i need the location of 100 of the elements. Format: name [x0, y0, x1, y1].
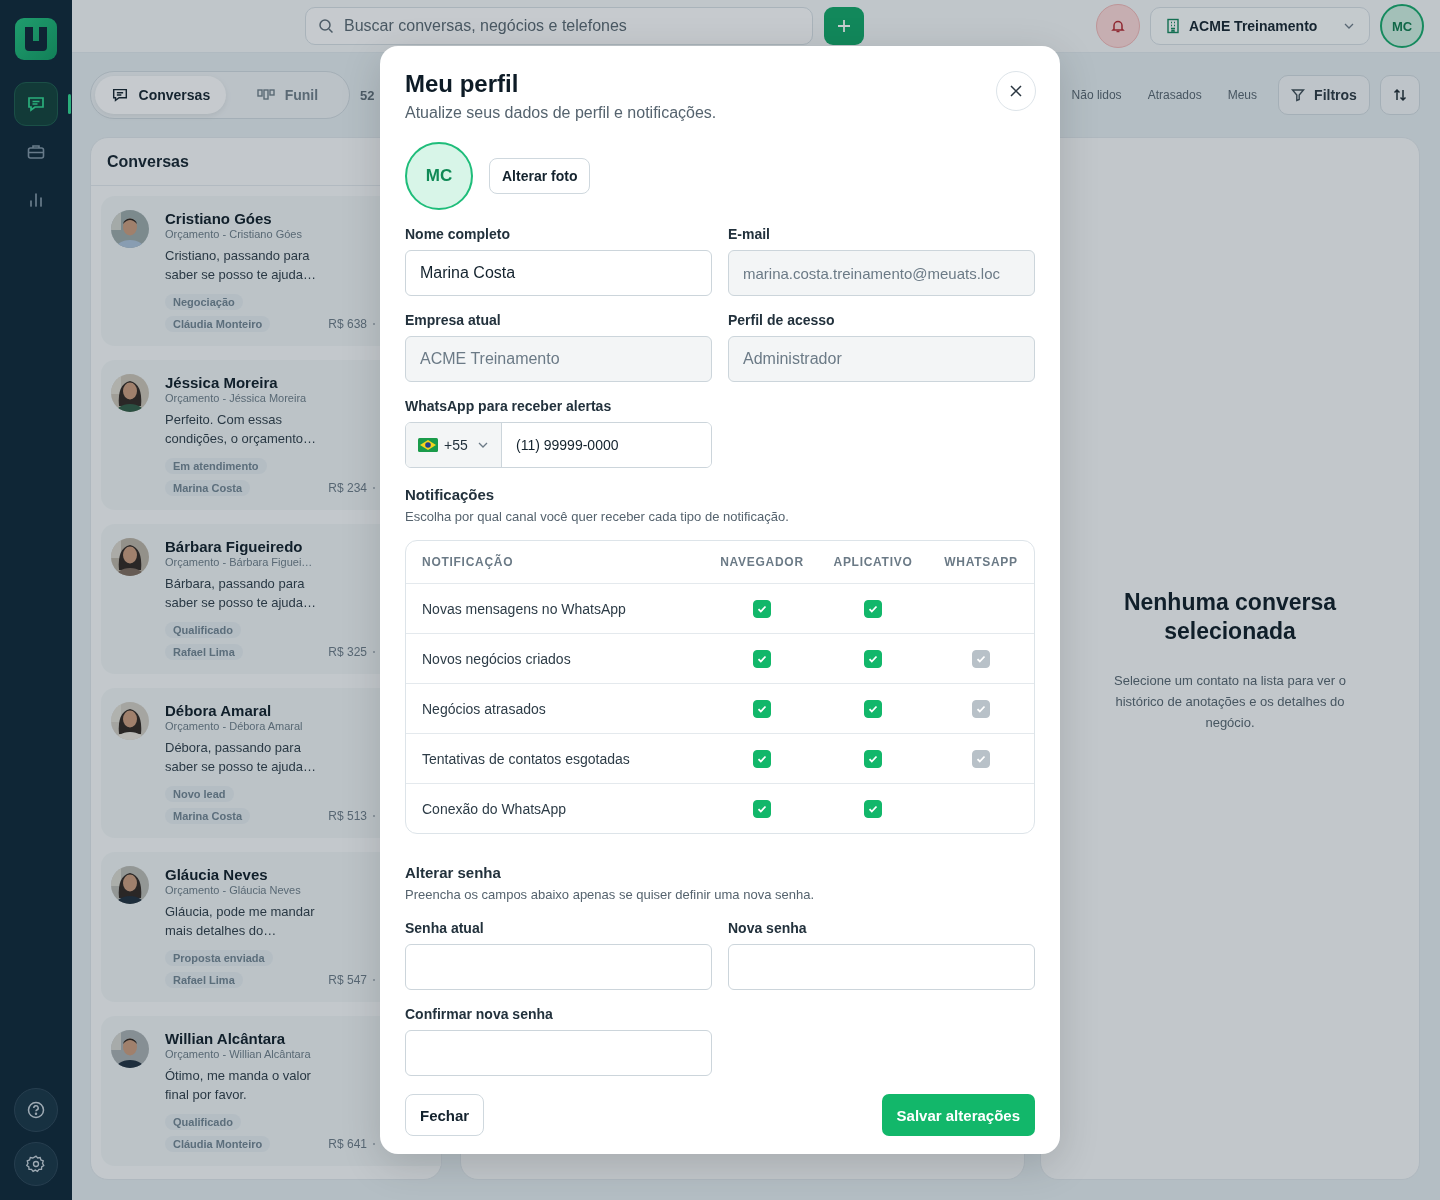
field-label: Empresa atual [405, 312, 502, 328]
column-header: NOTIFICAÇÃO [422, 555, 515, 569]
chat-icon [26, 94, 46, 114]
section-description: Escolha por qual canal você quer receber cada tipo de notificação. [405, 509, 790, 524]
close-button[interactable] [996, 71, 1036, 111]
checkbox[interactable] [753, 749, 771, 768]
owner-tag: Cláudia Monteiro [165, 316, 271, 332]
checkbox[interactable] [753, 699, 771, 718]
deal-value: R$ 638 [328, 317, 367, 331]
sort-button[interactable] [1380, 75, 1420, 115]
plus-icon [836, 18, 852, 34]
notification-label: Conexão do WhatsApp [422, 800, 567, 817]
checkbox[interactable] [864, 749, 882, 768]
empty-state-text: Selecione um contato na lista para ver o histórico de anotações e os detalhes do negócio. [1113, 672, 1347, 732]
search-input[interactable]: Buscar conversas, negócios e telefones [342, 16, 800, 36]
checkbox[interactable] [753, 799, 771, 818]
contact-name: Cristiano Góes [165, 210, 272, 227]
notifications-button[interactable] [1096, 4, 1140, 48]
message-preview: Cristiano, passando para saber se posso te ajuda… [165, 247, 318, 284]
column-header: APLICATIVO [832, 555, 914, 569]
help-icon [27, 1101, 45, 1119]
stage-tag: Proposta enviada [165, 950, 273, 966]
contact-name: Débora Amaral [165, 702, 272, 719]
contact-name: Bárbara Figueiredo [165, 538, 303, 555]
dialog-subtitle: Atualize seus dados de perfil e notificações. [405, 104, 717, 122]
briefcase-icon [26, 142, 46, 162]
brazil-flag-icon [418, 438, 438, 452]
user-avatar[interactable]: MC [1380, 4, 1424, 48]
add-button[interactable] [824, 7, 864, 45]
notification-label: Tentativas de contatos esgotadas [422, 750, 631, 767]
columns-icon [256, 88, 275, 102]
checkbox[interactable] [864, 799, 882, 818]
stage-tag: Qualificado [165, 622, 241, 638]
column-header: NAVEGADOR [719, 555, 805, 569]
active-indicator [68, 94, 71, 114]
building-icon [1165, 18, 1181, 34]
section-description: Preencha os campos abaixo apenas se quiser definir uma nova senha. [405, 887, 816, 902]
deal-value: R$ 641 [328, 1137, 367, 1151]
notification-label: Negócios atrasados [422, 700, 547, 717]
field-label: E-mail [728, 226, 771, 242]
deal-value: R$ 325 [328, 645, 367, 659]
phone-field[interactable]: +55 (11) 99999-0000 [405, 422, 712, 468]
notification-label: Novas mensagens no WhatsApp [422, 600, 627, 617]
password-field[interactable] [405, 944, 712, 990]
sort-icon [1393, 88, 1407, 102]
filter-icon [1291, 88, 1306, 102]
filter-tab[interactable]: Atrasados [1134, 80, 1215, 110]
deal-title: Orçamento - Cristiano Góes [165, 228, 302, 240]
bell-icon [1111, 19, 1125, 33]
profile-avatar: MC [405, 142, 473, 210]
close-dialog-button[interactable]: Fechar [405, 1094, 485, 1136]
deal-title: Orçamento - Willian Alcântara [165, 1048, 311, 1060]
settings-icon [26, 1154, 46, 1174]
checkbox[interactable] [753, 649, 771, 668]
search-field[interactable]: Buscar conversas, negócios e telefones [305, 7, 813, 45]
settings-button[interactable] [14, 1142, 58, 1186]
checkbox[interactable] [864, 699, 882, 718]
owner-tag: Cláudia Monteiro [165, 1136, 271, 1152]
country-code-select[interactable]: +55 [406, 423, 502, 467]
checkbox[interactable] [753, 599, 771, 618]
filter-tab[interactable]: Não lidos [1058, 80, 1135, 110]
deal-value: R$ 547 [328, 973, 367, 987]
close-icon [1009, 84, 1023, 98]
logo-icon [15, 18, 57, 60]
column-header: WHATSAPP [943, 555, 1019, 569]
deal-title: Orçamento - Bárbara Figuei… [165, 556, 313, 568]
password-field[interactable] [728, 944, 1035, 990]
filter-tab[interactable]: Meus [1214, 80, 1270, 110]
help-button[interactable] [14, 1088, 58, 1132]
notification-label: Novos negócios criados [422, 650, 572, 667]
field-label: Perfil de acesso [728, 312, 836, 328]
empty-state-title: Nenhuma conversa selecionada [1122, 588, 1338, 646]
nav-item[interactable] [14, 82, 58, 126]
message-preview: Perfeito. Com essas condições, o orçamento… [165, 411, 318, 448]
stage-tag: Negociação [165, 294, 243, 310]
owner-tag: Marina Costa [165, 480, 251, 496]
field-label: Senha atual [405, 920, 485, 936]
owner-tag: Rafael Lima [165, 972, 243, 988]
company-select[interactable]: ACME Treinamento [1150, 7, 1370, 45]
stage-tag: Em atendimento [165, 458, 267, 474]
deal-value: R$ 234 [328, 481, 367, 495]
checkbox[interactable] [864, 599, 882, 618]
owner-tag: Rafael Lima [165, 644, 243, 660]
owner-tag: Marina Costa [165, 808, 251, 824]
password-field[interactable] [405, 1030, 712, 1076]
change-photo-button[interactable]: Alterar foto [489, 158, 591, 194]
input-field[interactable]: Marina Costa [405, 250, 712, 296]
checkbox[interactable] [864, 649, 882, 668]
message-preview: Débora, passando para saber se posso te ajuda… [165, 739, 318, 776]
filters-button[interactable]: Filtros [1278, 75, 1370, 115]
deal-value: R$ 513 [328, 809, 367, 823]
deal-title: Orçamento - Débora Amaral [165, 720, 303, 732]
deal-title: Orçamento - Jéssica Moreira [165, 392, 307, 404]
contact-name: Gláucia Neves [165, 866, 268, 883]
stage-tag: Novo lead [165, 786, 234, 802]
contact-name: Willian Alcântara [165, 1030, 286, 1047]
view-tab[interactable]: Conversas [95, 76, 226, 114]
message-preview: Gláucia, pode me mandar mais detalhes do… [165, 903, 316, 940]
field-label: Nome completo [405, 226, 511, 242]
count-label: 52 [360, 87, 375, 103]
